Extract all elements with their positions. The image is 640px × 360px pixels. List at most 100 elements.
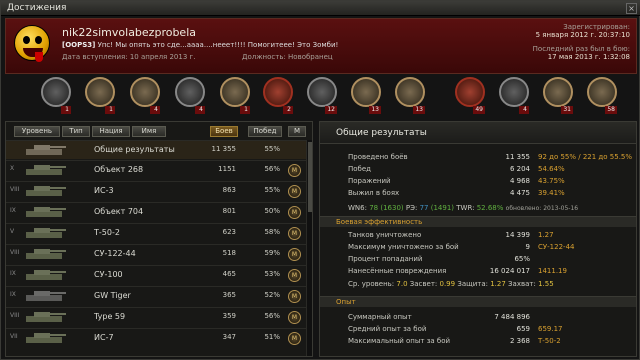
stat-extra: 54.64% bbox=[538, 165, 565, 173]
medal-count: 13 bbox=[369, 106, 381, 114]
vehicle-list-scrollbar[interactable] bbox=[306, 140, 312, 356]
medal-count: 13 bbox=[413, 106, 425, 114]
vehicle-name: Объект 704 bbox=[94, 207, 144, 216]
medal[interactable]: 12 bbox=[307, 77, 337, 115]
vehicle-row[interactable]: VIII СУ-122-44 518 59% M bbox=[6, 244, 306, 263]
wn6-value: 78 bbox=[369, 204, 379, 212]
tank-icon bbox=[20, 268, 70, 283]
mastery-badge: M bbox=[288, 332, 301, 345]
sort-wins-button[interactable]: Побед bbox=[248, 126, 282, 137]
medal-count: 2 bbox=[283, 106, 293, 114]
vehicle-list-panel: Уровень Тип Нация Имя Боев Побед М Общие… bbox=[5, 121, 313, 357]
vehicle-row[interactable]: IX Объект 704 801 50% M bbox=[6, 202, 306, 221]
medal[interactable]: 4 bbox=[175, 77, 205, 115]
sort-tier-button[interactable]: Уровень bbox=[14, 126, 60, 137]
close-button[interactable]: × bbox=[626, 3, 637, 14]
medal[interactable]: 13 bbox=[351, 77, 381, 115]
vehicle-row[interactable]: VIII ИС-3 863 55% M bbox=[6, 181, 306, 200]
sort-bar: Уровень Тип Нация Имя Боев Побед М bbox=[6, 124, 314, 138]
vehicle-row[interactable]: IX GW Tiger 365 52% M bbox=[6, 286, 306, 305]
medal[interactable]: 1 bbox=[220, 77, 250, 115]
last-battle-value: 17 мая 2013 г. 1:32:08 bbox=[547, 53, 630, 61]
medal[interactable]: 13 bbox=[395, 77, 425, 115]
vehicle-tier: VIII bbox=[10, 312, 20, 319]
vehicle-winrate: 59% bbox=[264, 249, 280, 257]
medal[interactable]: 1 bbox=[85, 77, 115, 115]
medal-icon bbox=[499, 77, 529, 107]
stat-label: Нанесённые повреждения bbox=[348, 267, 447, 275]
medal[interactable]: 49 bbox=[455, 77, 485, 115]
tank-icon bbox=[20, 184, 70, 199]
medal[interactable]: 58 bbox=[587, 77, 617, 115]
medal[interactable]: 4 bbox=[130, 77, 160, 115]
vehicle-winrate: 51% bbox=[264, 333, 280, 341]
medal-count: 1 bbox=[240, 106, 250, 114]
medal-icon bbox=[263, 77, 293, 107]
stat-label: Танков уничтожено bbox=[348, 231, 422, 239]
stat-label: Суммарный опыт bbox=[348, 313, 412, 321]
vehicle-winrate: 55% bbox=[264, 145, 280, 153]
vehicle-row[interactable]: VIII Type 59 359 56% M bbox=[6, 307, 306, 326]
stat-row: Суммарный опыт 7 484 896 bbox=[320, 312, 636, 323]
vehicle-name: Т-50-2 bbox=[94, 228, 120, 237]
close-icon[interactable]: × bbox=[628, 4, 635, 13]
vehicle-battles: 465 bbox=[222, 270, 236, 278]
tank-icon bbox=[20, 226, 70, 241]
sort-nation-button[interactable]: Нация bbox=[92, 126, 130, 137]
clan-motto: Упс! Мы опять это сде...аааа....нееет!!!… bbox=[97, 41, 339, 49]
tank-icon bbox=[20, 143, 70, 158]
clan-tag[interactable]: [OOPS3] bbox=[62, 41, 95, 49]
mastery-badge: M bbox=[288, 269, 301, 282]
vehicle-tier: IX bbox=[10, 207, 16, 214]
averages-line: Ср. уровень: 7.0 Засвет: 0.99 Защита: 1.… bbox=[348, 280, 554, 288]
stat-value: 14 399 bbox=[505, 231, 531, 239]
sort-mastery-button[interactable]: М bbox=[288, 126, 306, 137]
medal[interactable]: 4 bbox=[499, 77, 529, 115]
scroll-thumb[interactable] bbox=[308, 142, 312, 212]
medal[interactable]: 31 bbox=[543, 77, 573, 115]
vehicle-name: ИС-3 bbox=[94, 186, 114, 195]
medal-count: 12 bbox=[325, 106, 337, 114]
medal[interactable]: 2 bbox=[263, 77, 293, 115]
vehicle-row[interactable]: V Т-50-2 623 58% M bbox=[6, 223, 306, 242]
twr-label: TWR: bbox=[456, 204, 475, 212]
stat-label: Средний опыт за бой bbox=[348, 325, 427, 333]
section-title: Боевая эффективность bbox=[336, 218, 423, 226]
vehicle-battles: 623 bbox=[222, 228, 236, 236]
section-title: Опыт bbox=[336, 298, 356, 306]
medal-count: 31 bbox=[561, 106, 573, 114]
twr-value: 52.68% bbox=[476, 204, 504, 212]
vehicle-name: Type 59 bbox=[94, 312, 126, 321]
mastery-badge: M bbox=[288, 185, 301, 198]
medal-icon bbox=[543, 77, 573, 107]
player-header: nik22simvolabezprobela [OOPS3] Упс! Мы о… bbox=[5, 18, 637, 74]
avg-level-label: Ср. уровень: bbox=[348, 280, 395, 288]
spot-label: Засвет: bbox=[409, 280, 438, 288]
vehicle-row-total[interactable]: Общие результаты 11 355 55% bbox=[6, 140, 306, 159]
medal-icon bbox=[85, 77, 115, 107]
sort-type-button[interactable]: Тип bbox=[62, 126, 90, 137]
stat-label: Поражений bbox=[348, 177, 391, 185]
wn6-label: WN6: bbox=[348, 204, 367, 212]
tank-icon bbox=[20, 289, 70, 304]
mastery-badge: M bbox=[288, 164, 301, 177]
sort-name-button[interactable]: Имя bbox=[132, 126, 166, 137]
stat-extra: СУ-122-44 bbox=[538, 243, 575, 251]
medal-count: 1 bbox=[61, 106, 71, 114]
registered-label: Зарегистрирован: bbox=[563, 23, 630, 31]
sort-battles-button[interactable]: Боев bbox=[210, 126, 238, 137]
medal-count: 4 bbox=[195, 106, 205, 114]
vehicle-tier: X bbox=[10, 165, 15, 172]
vehicle-battles: 347 bbox=[222, 333, 236, 341]
vehicle-row[interactable]: VII ИС-7 347 51% M bbox=[6, 328, 306, 347]
vehicle-row[interactable]: X Объект 268 1151 56% M bbox=[6, 160, 306, 179]
medal-icon bbox=[455, 77, 485, 107]
mastery-badge: M bbox=[288, 248, 301, 261]
stat-extra: 39.41% bbox=[538, 189, 565, 197]
medal[interactable]: 1 bbox=[41, 77, 71, 115]
vehicle-row[interactable]: IX СУ-100 465 53% M bbox=[6, 265, 306, 284]
stat-row: Нанесённые повреждения 16 024 017 1411.19 bbox=[320, 266, 636, 277]
vehicle-battles: 365 bbox=[222, 291, 236, 299]
stat-value: 11 355 bbox=[505, 153, 531, 161]
medal-count: 1 bbox=[105, 106, 115, 114]
